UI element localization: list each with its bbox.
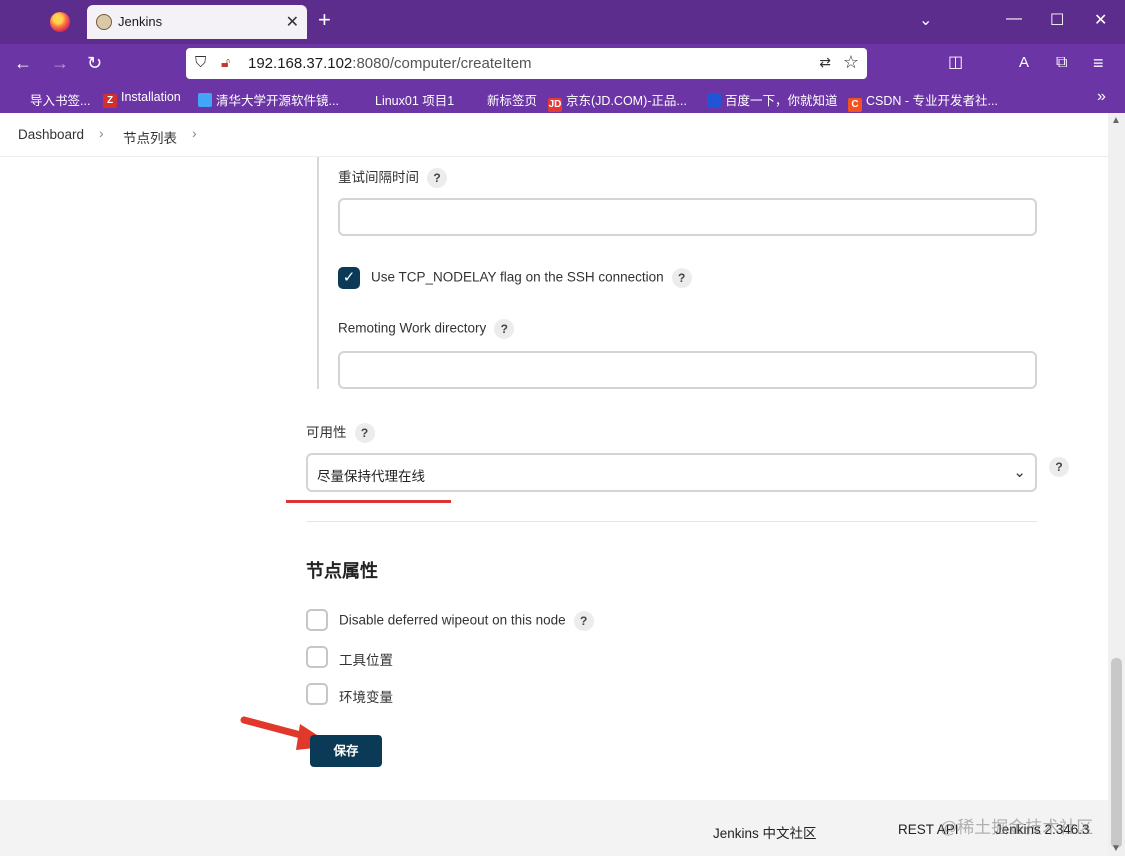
- bookmark-label: 清华大学开源软件镜...: [216, 94, 339, 108]
- back-icon[interactable]: ←: [14, 52, 32, 74]
- bookmark-label: CSDN - 专业开发者社...: [866, 94, 998, 108]
- reload-icon[interactable]: ↻: [87, 52, 102, 74]
- help-icon[interactable]: ?: [671, 268, 692, 288]
- bookmark-item[interactable]: Linux01 项目1: [357, 90, 454, 109]
- chevron-down-icon[interactable]: ⌄: [1013, 463, 1026, 481]
- url-text[interactable]: 192.168.37.102:8080/computer/createItem: [248, 55, 532, 72]
- scrollbar-thumb[interactable]: [1111, 658, 1122, 848]
- help-icon[interactable]: ?: [494, 319, 515, 339]
- bookmark-favicon-icon: C: [848, 98, 862, 112]
- bookmark-label: Linux01 项目1: [375, 94, 455, 108]
- shield-icon[interactable]: ⛉: [195, 54, 206, 71]
- breadcrumb-node-list[interactable]: 节点列表: [123, 127, 177, 147]
- extensions-icon[interactable]: ⧉: [1056, 52, 1067, 74]
- bookmark-favicon-icon: JD: [548, 98, 562, 112]
- disable-wipeout-label-text[interactable]: Disable deferred wipeout on this node: [339, 613, 566, 628]
- tcp-nodelay-checkbox[interactable]: ✓: [338, 267, 360, 289]
- forward-icon[interactable]: →: [51, 52, 69, 74]
- disable-wipeout-checkbox[interactable]: [306, 609, 328, 631]
- bookmark-item[interactable]: 清华大学开源软件镜...: [198, 90, 339, 109]
- nested-section-line: [317, 157, 319, 389]
- retry-interval-label-text: 重试间隔时间: [338, 170, 419, 185]
- minimize-icon[interactable]: —: [1006, 10, 1022, 28]
- bookmark-item[interactable]: 导入书签...: [12, 90, 90, 109]
- translate-extension-icon[interactable]: A: [1019, 52, 1029, 74]
- help-icon[interactable]: ?: [573, 611, 594, 631]
- browser-nav-bar: ← → ↻ ⛉ 🔓︎ 192.168.37.102:8080/computer/…: [0, 44, 1125, 84]
- bookmark-item[interactable]: 新标签页: [469, 90, 537, 109]
- save-button[interactable]: 保存: [310, 735, 382, 767]
- breadcrumb: Dashboard › 节点列表 ›: [0, 113, 1125, 157]
- page-scrollbar[interactable]: ▲ ▼: [1108, 113, 1125, 856]
- bookmark-favicon-icon: [198, 93, 212, 107]
- pocket-icon[interactable]: ◫: [948, 52, 963, 74]
- tab-list-chevron-icon[interactable]: ⌄: [919, 10, 932, 30]
- bookmark-favicon-icon: [469, 93, 483, 107]
- bookmark-favicon-icon: Z: [103, 94, 117, 108]
- availability-label: 可用性?: [306, 421, 375, 444]
- bookmark-star-icon[interactable]: ☆: [843, 52, 859, 73]
- bookmark-label: 京东(JD.COM)-正品...: [566, 94, 687, 108]
- maximize-icon[interactable]: ☐: [1050, 10, 1064, 30]
- section-divider: [306, 521, 1037, 522]
- remoting-dir-label-text: Remoting Work directory: [338, 320, 487, 336]
- bookmark-label: 百度一下，你就知道: [725, 94, 838, 108]
- remoting-dir-label: Remoting Work directory?: [338, 319, 515, 339]
- browser-tab[interactable]: Jenkins ✕: [87, 5, 307, 39]
- tcp-nodelay-label: Use TCP_NODELAY flag on the SSH connecti…: [371, 268, 692, 288]
- node-properties-title: 节点属性: [306, 561, 378, 581]
- tcp-nodelay-label-text[interactable]: Use TCP_NODELAY flag on the SSH connecti…: [371, 270, 664, 285]
- firefox-icon[interactable]: [50, 12, 70, 32]
- bookmark-item[interactable]: 百度一下，你就知道: [707, 90, 838, 109]
- bookmark-item[interactable]: JD 京东(JD.COM)-正品...: [548, 90, 687, 112]
- footer-community-link[interactable]: Jenkins 中文社区: [713, 822, 817, 842]
- retry-interval-label: 重试间隔时间?: [338, 166, 447, 189]
- availability-help-icon[interactable]: ?: [1049, 457, 1069, 477]
- tool-locations-checkbox[interactable]: [306, 646, 328, 668]
- breadcrumb-dashboard[interactable]: Dashboard: [18, 127, 84, 142]
- annotation-underline: [286, 500, 451, 503]
- retry-interval-input[interactable]: [338, 198, 1037, 236]
- chevron-right-icon[interactable]: ›: [99, 125, 104, 141]
- bookmarks-bar: 导入书签... Z Installation 清华大学开源软件镜... Linux01 …: [0, 84, 1125, 113]
- translate-icon[interactable]: ⇄: [819, 54, 831, 71]
- env-vars-label[interactable]: 环境变量: [339, 686, 393, 706]
- tab-close-icon[interactable]: ✕: [286, 12, 299, 32]
- insecure-lock-icon[interactable]: 🔓︎: [221, 54, 230, 71]
- watermark: @稀土掘金技术社区: [940, 818, 1094, 837]
- bookmark-label: 新标签页: [487, 94, 538, 108]
- scroll-up-icon[interactable]: ▲: [1111, 115, 1121, 126]
- browser-tab-bar: Jenkins ✕ + ⌄ — ☐ ✕: [0, 0, 1125, 44]
- bookmarks-overflow-icon[interactable]: »: [1097, 88, 1106, 106]
- tool-locations-label[interactable]: 工具位置: [339, 649, 393, 669]
- disable-wipeout-label: Disable deferred wipeout on this node?: [339, 611, 594, 631]
- address-bar[interactable]: ⛉ 🔓︎ 192.168.37.102:8080/computer/create…: [186, 48, 867, 79]
- remoting-dir-input[interactable]: [338, 351, 1037, 389]
- help-icon[interactable]: ?: [354, 423, 375, 444]
- help-icon[interactable]: ?: [427, 168, 447, 189]
- window-close-icon[interactable]: ✕: [1094, 10, 1107, 30]
- availability-selected-value[interactable]: 尽量保持代理在线: [317, 465, 425, 485]
- availability-label-text: 可用性: [306, 425, 347, 440]
- new-tab-icon[interactable]: +: [318, 9, 331, 31]
- bookmark-favicon-icon: [12, 93, 26, 107]
- bookmark-item[interactable]: Z Installation: [103, 90, 181, 108]
- bookmark-label: 导入书签...: [30, 94, 91, 108]
- bookmark-favicon-icon: [357, 93, 371, 107]
- bookmark-item[interactable]: C CSDN - 专业开发者社...: [848, 90, 998, 112]
- env-vars-checkbox[interactable]: [306, 683, 328, 705]
- jenkins-favicon-icon: [96, 14, 112, 30]
- scroll-down-icon[interactable]: ▼: [1111, 843, 1121, 854]
- availability-select[interactable]: 尽量保持代理在线 ⌄: [306, 453, 1037, 492]
- menu-icon[interactable]: ≡: [1093, 52, 1104, 74]
- bookmark-favicon-icon: [707, 93, 721, 107]
- tab-title: Jenkins: [118, 14, 163, 29]
- chevron-right-icon[interactable]: ›: [192, 125, 197, 141]
- bookmark-label: Installation: [121, 90, 181, 104]
